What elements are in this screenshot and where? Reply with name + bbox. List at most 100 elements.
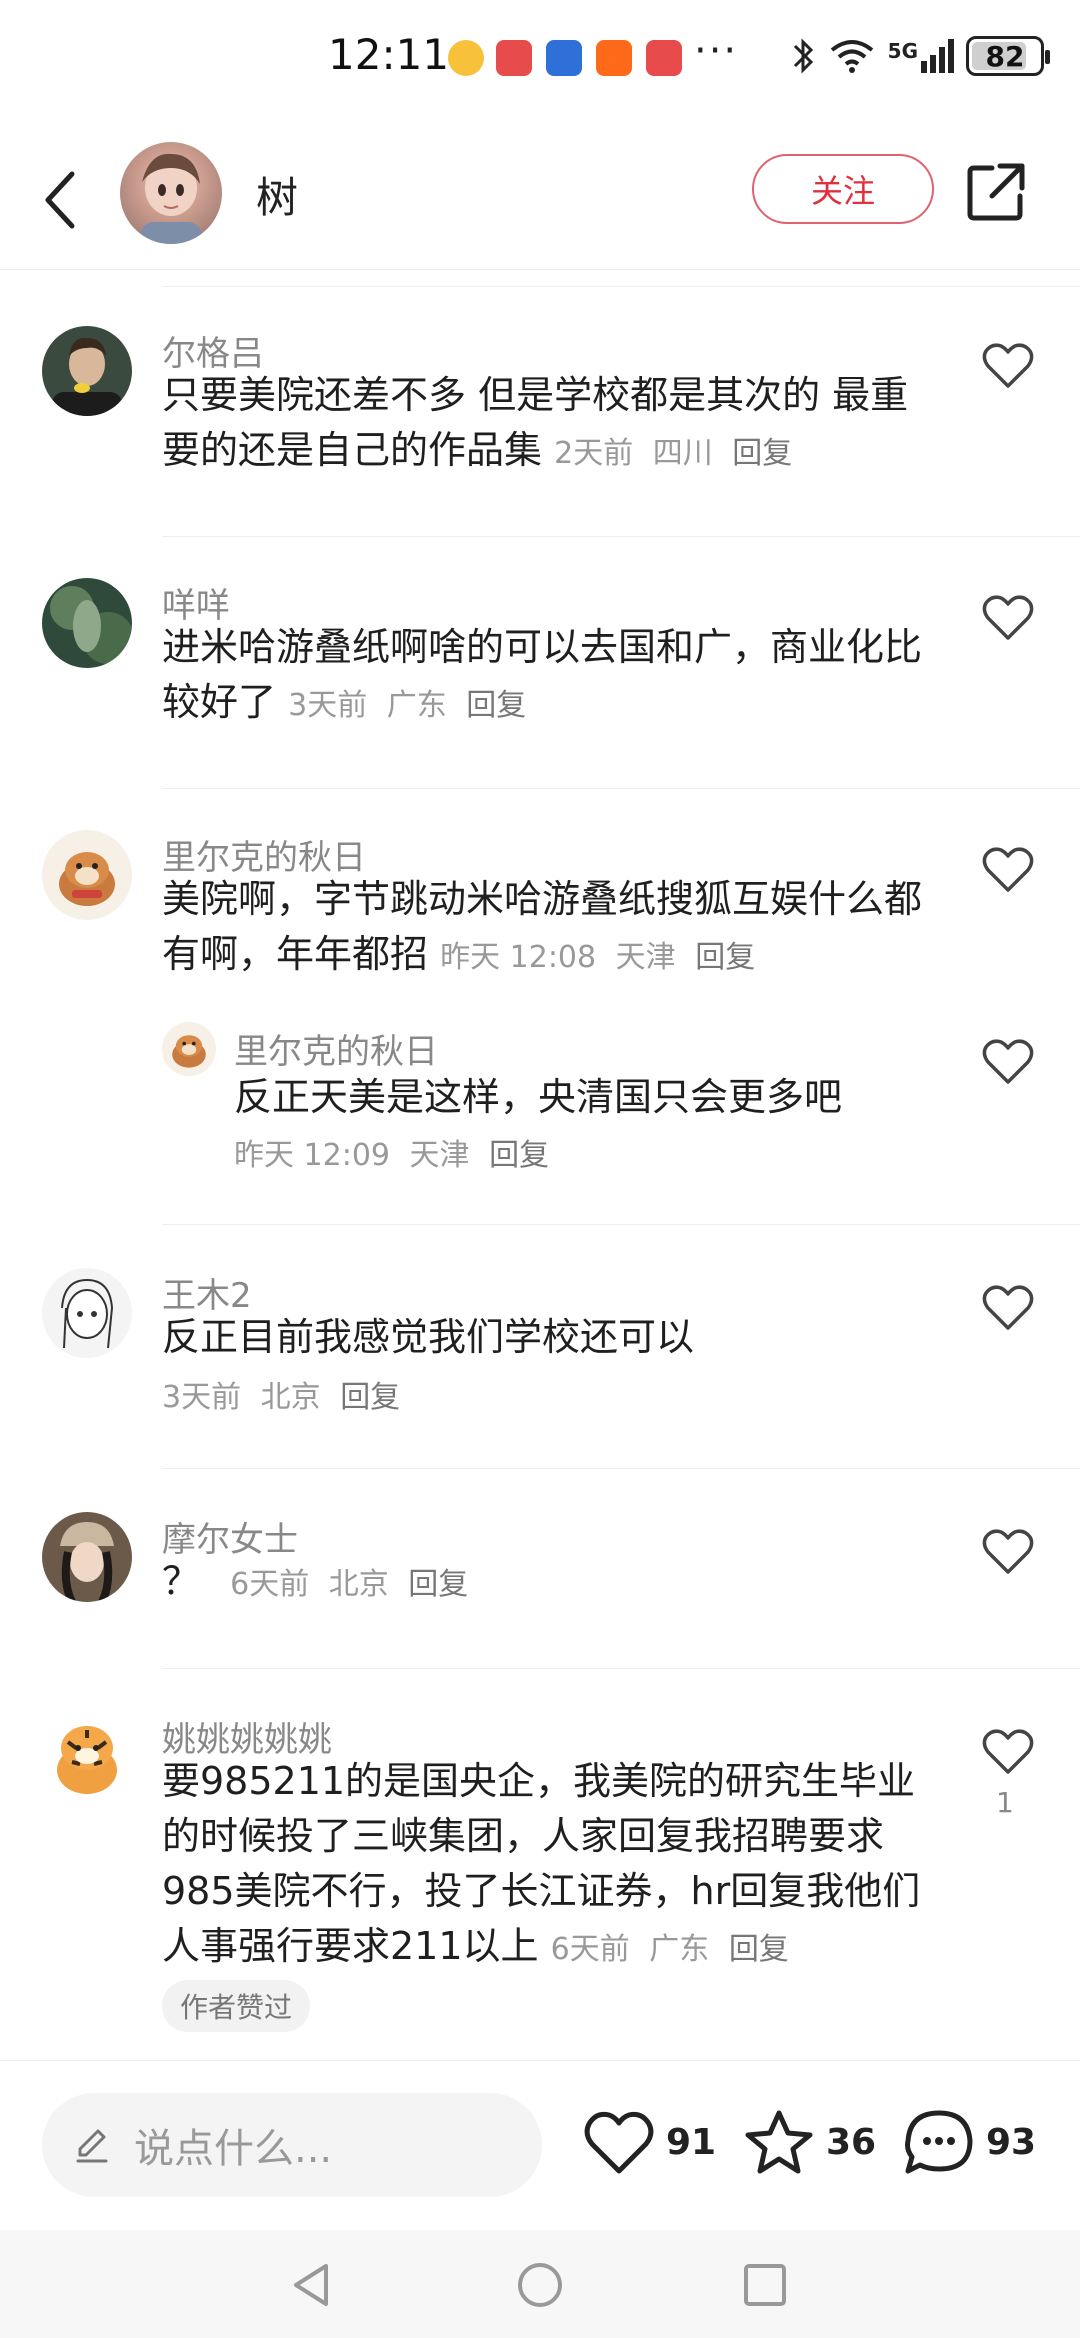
favorite-count: 36 [826,2121,877,2163]
comment-location: 北京 [260,1380,321,1415]
more-notifications-icon: ··· [694,28,739,74]
comment-meta: 3天前 广东 回复 [288,688,536,723]
user-avatar[interactable] [42,326,132,416]
favorite-button[interactable]: 36 [742,2107,876,2177]
comment-location: 天津 [615,940,676,975]
nav-home-icon[interactable] [515,2260,565,2310]
like-count: 1 [996,1786,1014,1819]
battery-level: 82 [985,39,1025,73]
comment-time: 2天前 [554,436,634,471]
divider [162,286,1080,287]
comment-text: 要985211的是国央企，我美院的研究生毕业的时候投了三峡集团，人家回复我招聘要… [162,1754,942,1977]
comment-time: 6天前 [230,1567,310,1602]
user-avatar[interactable] [42,1268,132,1358]
comment-location: 广东 [386,688,447,723]
like-post-button[interactable]: 91 [582,2107,716,2177]
comment-text: 反正目前我感觉我们学校还可以 [162,1315,695,1359]
comment-body: 进米哈游叠纸啊啥的可以去国和广，商业化比较好了 [162,625,923,724]
sub-reply-meta: 昨天 12:09 天津 回复 [234,1130,559,1174]
user-avatar[interactable] [42,578,132,668]
pen-icon [76,2129,108,2163]
comment-meta: 6天前 北京 回复 [230,1567,478,1602]
weibo-app-icon [448,40,484,76]
comment-item[interactable]: 尔格吕 只要美院还差不多 但是学校都是其次的 最重要的还是自己的作品集 2天前 … [0,326,1080,536]
nav-back-icon[interactable] [286,2260,336,2310]
reply-button[interactable]: 回复 [466,688,526,723]
divider [162,1224,1080,1225]
comment-item[interactable]: 摩尔女士 ？ 6天前 北京 回复 [0,1512,1080,1672]
comment-text: 进米哈游叠纸啊啥的可以去国和广，商业化比较好了 3天前 广东 回复 [162,620,942,733]
sub-reply[interactable]: 里尔克的秋日 反正天美是这样，央清国只会更多吧 昨天 12:09 天津 回复 [0,1022,1080,1182]
comment-location: 广东 [649,1932,710,1967]
system-nav-bar [0,2230,1080,2338]
like-count: 91 [666,2121,717,2163]
comment-meta: 3天前 北京 回复 [162,1372,410,1416]
comment-body: ？ [162,1559,201,1603]
like-icon[interactable] [980,1036,1036,1086]
comment-time: 3天前 [288,688,368,723]
user-avatar[interactable] [42,830,132,920]
comments-button[interactable]: 93 [902,2107,1036,2177]
author-name[interactable]: 树 [256,164,298,225]
star-icon [745,2110,813,2174]
divider [162,1468,1080,1469]
comment-location: 北京 [328,1567,389,1602]
like-icon[interactable] [980,1282,1036,1332]
status-indicators: 5G 82 [790,36,1050,76]
comment-body: 要985211的是国央企，我美院的研究生毕业的时候投了三峡集团，人家回复我招聘要… [162,1759,921,1968]
author-avatar[interactable] [120,142,222,244]
comment-meta: 2天前 四川 回复 [554,436,802,471]
bluetooth-icon [793,38,813,74]
status-bar: 12:11 ··· 5G 82 [0,0,1080,120]
like-icon[interactable] [980,1726,1036,1776]
nav-recents-icon[interactable] [740,2260,790,2310]
huawei-app-icon [496,40,532,76]
back-icon[interactable] [30,160,90,240]
comment-item[interactable]: 里尔克的秋日 美院啊，字节跳动米哈游叠纸搜狐互娱什么都有啊，年年都招 昨天 12… [0,830,1080,1220]
comment-location: 四川 [652,436,713,471]
author-liked-badge: 作者赞过 [162,1980,311,2032]
divider [162,788,1080,789]
reply-button[interactable]: 回复 [732,436,792,471]
status-time: 12:11 [328,30,450,79]
reply-button[interactable]: 回复 [729,1932,789,1967]
heart-icon [584,2111,654,2174]
battery-indicator: 82 [966,36,1050,76]
comment-item[interactable]: 王木2 反正目前我感觉我们学校还可以 3天前 北京 回复 [0,1268,1080,1468]
like-icon[interactable] [980,592,1036,642]
comment-text: 只要美院还差不多 但是学校都是其次的 最重要的还是自己的作品集 2天前 四川 回… [162,368,942,481]
comment-count: 93 [986,2121,1037,2163]
like-icon[interactable] [980,340,1036,390]
bottom-action-bar: 说点什么... 91 36 93 [0,2060,1080,2230]
divider [162,536,1080,537]
comment-text: 美院啊，字节跳动米哈游叠纸搜狐互娱什么都有啊，年年都招 昨天 12:08 天津 … [162,872,942,985]
wifi-icon [830,40,873,73]
divider [162,1668,1080,1669]
comment-item[interactable]: 姚姚姚姚姚 要985211的是国央企，我美院的研究生毕业的时候投了三峡集团，人家… [0,1712,1080,2052]
sub-reply-username[interactable]: 里尔克的秋日 [234,1024,438,1073]
comment-meta: 6天前 广东 回复 [551,1932,799,1967]
like-icon[interactable] [980,844,1036,894]
comment-time: 6天前 [550,1932,630,1967]
reply-button[interactable]: 回复 [489,1138,549,1173]
comment-input[interactable]: 说点什么... [42,2093,542,2197]
share-icon[interactable] [964,160,1028,224]
sub-reply-avatar[interactable] [162,1022,216,1076]
reply-button[interactable]: 回复 [340,1380,400,1415]
comment-text: ？ 6天前 北京 回复 [162,1554,942,1612]
comment-bubble-icon [905,2110,973,2174]
comment-item[interactable]: 咩咩 进米哈游叠纸啊啥的可以去国和广，商业化比较好了 3天前 广东 回复 [0,578,1080,788]
sub-reply-text: 反正天美是这样，央清国只会更多吧 [234,1075,843,1119]
comment-input-placeholder: 说点什么... [134,2126,333,2172]
sub-reply-time: 昨天 12:09 [234,1138,390,1173]
user-avatar[interactable] [42,1512,132,1602]
huawei-store-icon [646,40,682,76]
comment-meta: 昨天 12:08 天津 回复 [440,940,765,975]
user-avatar[interactable] [42,1712,132,1802]
signal-icon: 5G [888,39,954,73]
like-icon[interactable] [980,1526,1036,1576]
reply-button[interactable]: 回复 [408,1567,468,1602]
comment-time: 3天前 [162,1380,242,1415]
follow-button[interactable]: 关注 [752,154,934,224]
reply-button[interactable]: 回复 [695,940,755,975]
